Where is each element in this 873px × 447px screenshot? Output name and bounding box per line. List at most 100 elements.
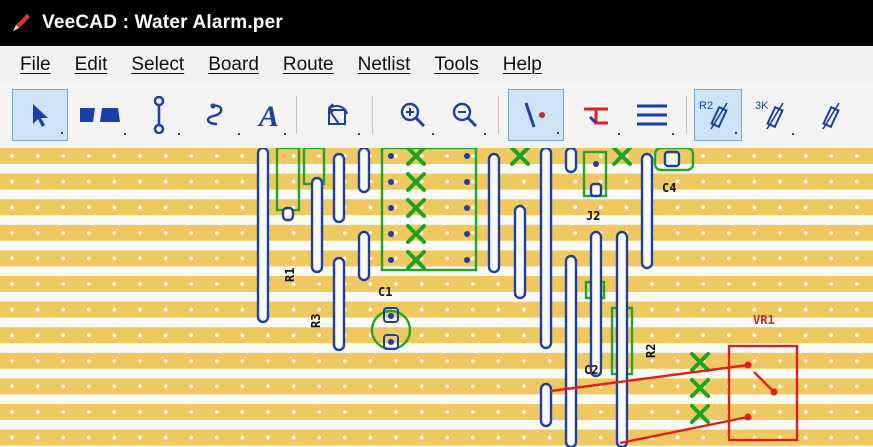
strip-hole: [394, 410, 398, 414]
strip-hole: [163, 410, 168, 414]
strip-hole: [727, 154, 731, 158]
strip-hole: [522, 179, 526, 184]
strip-hole: [189, 282, 193, 286]
strip-hole: [189, 333, 193, 337]
strip-hole: [829, 256, 833, 261]
strip-hole: [163, 384, 168, 389]
strip-hole: [752, 359, 757, 363]
menu-route[interactable]: Route: [283, 54, 334, 76]
menu-netlist[interactable]: Netlist: [358, 54, 411, 76]
label-j2: J2: [586, 209, 600, 223]
stripboard[interactable]: R1 R3 C1 C4 J2 R2 C2 VR1: [0, 148, 873, 447]
strip-hole: [163, 179, 168, 184]
strip-hole: [394, 256, 398, 261]
strip-hole: [87, 307, 91, 312]
strip-hole: [138, 359, 142, 363]
strip-hole: [189, 205, 193, 209]
strip-hole: [496, 359, 501, 363]
strip-hole: [368, 435, 373, 440]
connections-view-button[interactable]: [568, 89, 624, 141]
strip-hole: [10, 333, 14, 337]
strip-hole: [727, 333, 731, 337]
strip-hole: [266, 384, 270, 389]
strips-icon: [637, 104, 667, 126]
strip-hole: [829, 282, 833, 286]
text-tool-button[interactable]: A: [248, 89, 290, 141]
strip-hole: [138, 231, 142, 235]
strip-hole: [317, 359, 322, 363]
rotate-tool-button[interactable]: [312, 89, 364, 141]
menu-select[interactable]: Select: [131, 54, 184, 76]
strip-hole: [778, 205, 782, 209]
menu-board[interactable]: Board: [208, 54, 259, 76]
strip-hole: [368, 384, 373, 389]
strip-hole: [343, 231, 347, 235]
strip-hole: [496, 333, 501, 337]
strip-hole: [419, 154, 424, 158]
svg-text:R2: R2: [699, 100, 713, 112]
links: [256, 148, 681, 447]
strip-hole: [701, 435, 705, 440]
strip-hole: [138, 282, 142, 286]
strip-hole: [701, 333, 705, 337]
strip-hole: [394, 231, 398, 235]
strip-hole: [240, 359, 245, 363]
strip-hole: [215, 205, 219, 209]
strip-hole: [35, 231, 40, 235]
zoom-in-button[interactable]: [388, 89, 438, 141]
select-tool-button[interactable]: [12, 89, 68, 141]
strip-hole: [855, 282, 859, 286]
strip-hole: [445, 282, 450, 286]
strip-hole: [778, 256, 782, 261]
strip-hole: [240, 410, 245, 414]
strip-hole: [855, 179, 859, 184]
strip-hole: [291, 384, 296, 389]
strip-hole: [61, 231, 65, 235]
show-value-button[interactable]: 3K: [750, 89, 798, 141]
zoom-out-icon: [452, 102, 478, 128]
strip-hole: [394, 435, 398, 440]
menu-edit[interactable]: Edit: [75, 54, 108, 76]
strip-hole: [112, 307, 117, 312]
strip-hole: [778, 282, 782, 286]
strip-hole: [471, 359, 475, 363]
link-tool-button[interactable]: [134, 89, 184, 141]
strip-hole: [189, 384, 193, 389]
board-canvas[interactable]: R1 R3 C1 C4 J2 R2 C2 VR1: [0, 148, 873, 447]
strip-hole: [701, 179, 705, 184]
strip-hole: [727, 205, 731, 209]
strip-hole: [701, 231, 705, 235]
strips-view-button[interactable]: [626, 89, 678, 141]
strip-hole: [368, 205, 373, 209]
strip-hole: [35, 205, 40, 209]
menu-help[interactable]: Help: [503, 54, 542, 76]
strip-hole: [727, 179, 731, 184]
strip-hole: [87, 154, 91, 158]
strip-hole: [675, 282, 680, 286]
strip-hole: [624, 179, 629, 184]
strip-hole: [61, 205, 65, 209]
zoom-out-button[interactable]: [440, 89, 490, 141]
wire-tool-button[interactable]: [188, 89, 244, 141]
menu-file[interactable]: File: [20, 54, 51, 76]
strip-hole: [87, 435, 91, 440]
strip-hole: [240, 154, 245, 158]
strip-hole: [803, 384, 808, 389]
menu-bar: File Edit Select Board Route Netlist Too…: [0, 46, 873, 85]
block-tool-button[interactable]: [70, 89, 130, 141]
strip-hole: [163, 307, 168, 312]
strip-hole: [778, 154, 782, 158]
strip-hole: [368, 359, 373, 363]
strip-hole: [215, 282, 219, 286]
strip-hole: [445, 359, 450, 363]
strip-hole: [10, 205, 14, 209]
strip-hole: [112, 282, 117, 286]
strip-hole: [829, 384, 833, 389]
strip-hole: [10, 384, 14, 389]
strip-hole: [778, 179, 782, 184]
trace-view-button[interactable]: [508, 89, 564, 141]
show-outline-button[interactable]: [806, 89, 854, 141]
strip-hole: [419, 384, 424, 389]
show-designator-button[interactable]: R2: [694, 89, 742, 141]
menu-tools[interactable]: Tools: [434, 54, 478, 76]
